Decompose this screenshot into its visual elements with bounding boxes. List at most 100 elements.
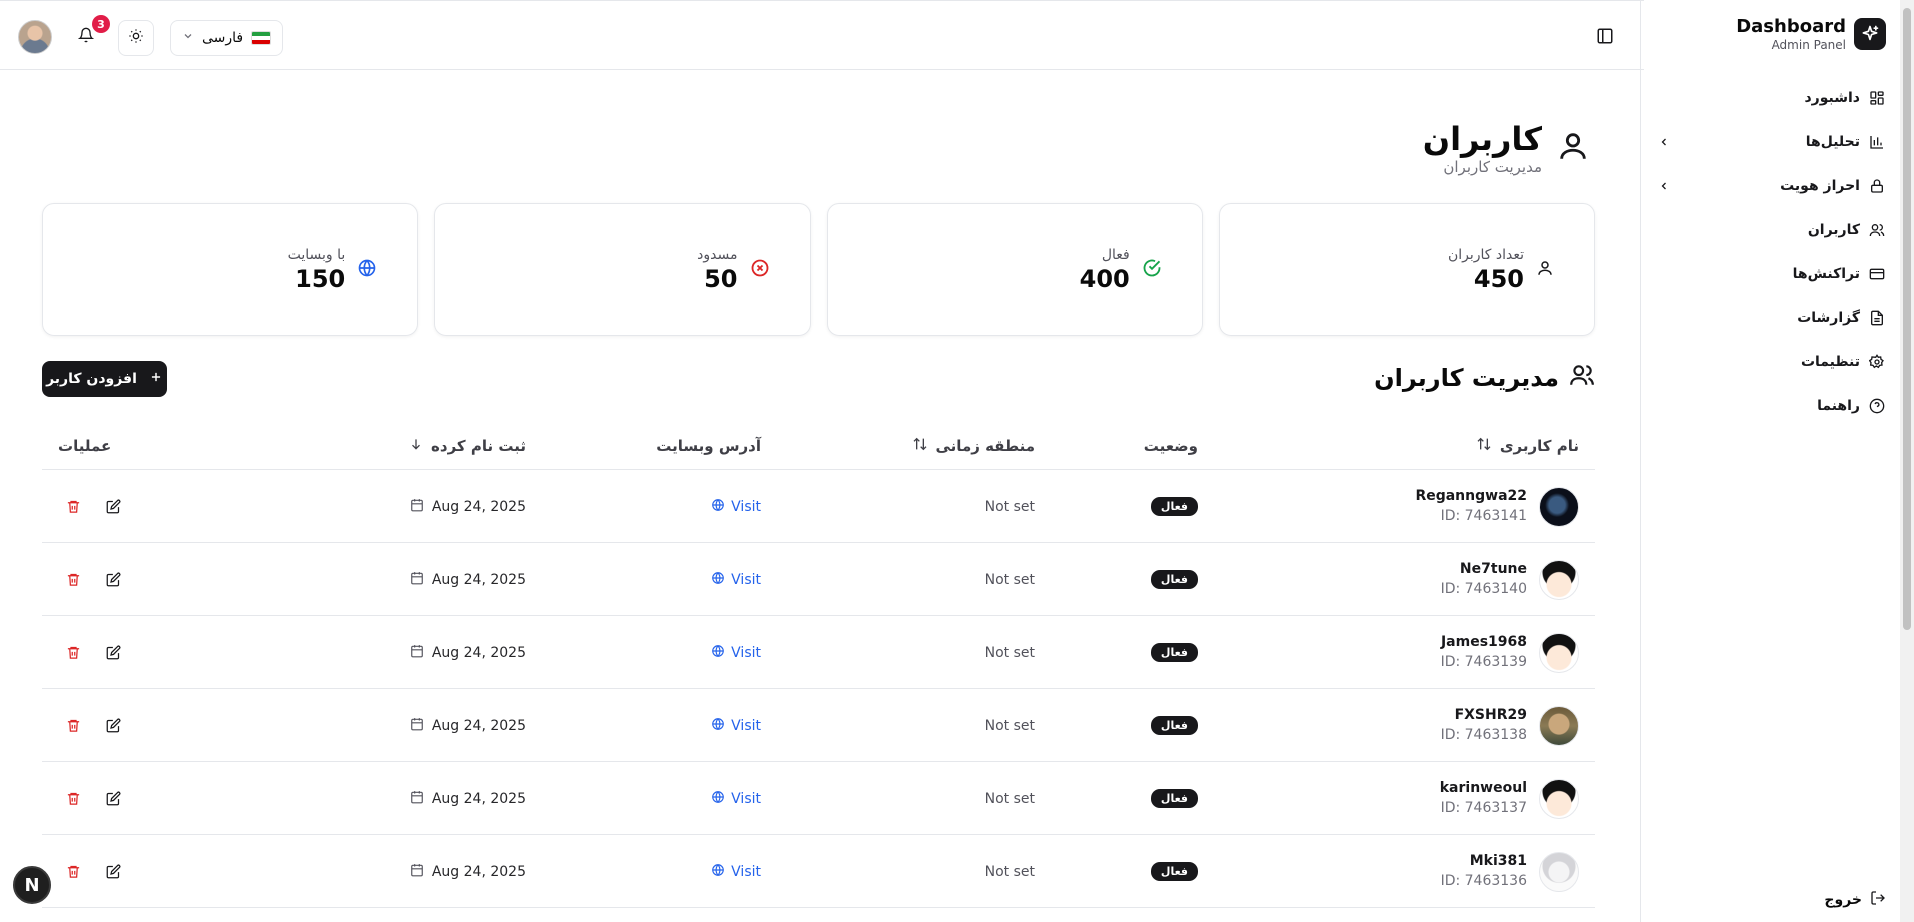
- calendar-icon: [410, 498, 424, 516]
- stat-label: مسدود: [697, 246, 738, 263]
- calendar-icon: [410, 717, 424, 735]
- brand[interactable]: Dashboard Admin Panel: [1736, 16, 1886, 52]
- stats-row: تعداد کاربران 450 فعال 400 مسدود 50 با و…: [42, 203, 1595, 336]
- edit-icon[interactable]: [104, 498, 122, 516]
- section-title: مدیریت کاربران: [1374, 364, 1559, 392]
- sidebar-item-dashboard[interactable]: داشبورد: [1657, 76, 1886, 120]
- delete-icon[interactable]: [64, 863, 82, 881]
- user-id: ID: 7463139: [1440, 654, 1527, 670]
- credit-card-icon: [1868, 265, 1886, 283]
- logout-button[interactable]: خروج: [1824, 890, 1886, 910]
- sidebar-item-users[interactable]: کاربران: [1657, 208, 1886, 252]
- column-timezone[interactable]: منطقه زمانی: [912, 422, 1036, 470]
- sidebar-item-label: داشبورد: [1804, 90, 1861, 106]
- column-username[interactable]: نام کاربری: [1476, 422, 1579, 470]
- website-label: Visit: [731, 863, 761, 880]
- stat-value: 400: [1079, 264, 1130, 293]
- sidebar-item-auth[interactable]: احراز هویت: [1657, 164, 1886, 208]
- column-label: منطقه زمانی: [935, 437, 1036, 455]
- theme-toggle-button[interactable]: [118, 20, 154, 56]
- logout-label: خروج: [1824, 892, 1862, 908]
- help-circle-icon: [1868, 397, 1886, 415]
- sidebar-item-settings[interactable]: تنظیمات: [1657, 340, 1886, 384]
- registered-date: Aug 24, 2025: [431, 644, 526, 661]
- sort-icon: [1476, 436, 1492, 456]
- website-label: Visit: [731, 571, 761, 588]
- table-row: Mki381 ID: 7463136 فعال Not set Visit Au…: [42, 835, 1595, 908]
- edit-icon[interactable]: [104, 644, 122, 662]
- edit-icon[interactable]: [104, 863, 122, 881]
- users-icon: [1569, 362, 1595, 394]
- timezone-value: Not set: [984, 498, 1035, 515]
- column-label: آدرس وبسایت: [656, 437, 761, 455]
- users-table: نام کاربری وضعیت منطقه زمانی آدرس وبسایت…: [42, 422, 1595, 908]
- timezone-value: Not set: [984, 863, 1035, 880]
- gear-icon: [1868, 353, 1886, 371]
- delete-icon[interactable]: [64, 498, 82, 516]
- chevron-left-icon[interactable]: [1657, 179, 1671, 193]
- delete-icon[interactable]: [64, 790, 82, 808]
- column-label: وضعیت: [1143, 437, 1198, 455]
- delete-icon[interactable]: [64, 644, 82, 662]
- username: Mki381: [1469, 853, 1527, 869]
- username: James1968: [1440, 634, 1527, 650]
- website-link[interactable]: Visit: [711, 835, 761, 908]
- stat-label: فعال: [1101, 246, 1130, 263]
- website-link[interactable]: Visit: [711, 762, 761, 835]
- language-select[interactable]: فارسی: [170, 20, 283, 56]
- sparkles-icon: [1854, 18, 1886, 50]
- column-registered[interactable]: ثبت نام کرده: [409, 422, 526, 470]
- registered-date: Aug 24, 2025: [431, 498, 526, 515]
- sidebar-item-help[interactable]: راهنما: [1657, 384, 1886, 428]
- lock-icon: [1868, 177, 1886, 195]
- edit-icon[interactable]: [104, 571, 122, 589]
- registered-date: Aug 24, 2025: [431, 717, 526, 734]
- status-badge: فعال: [1150, 497, 1198, 516]
- registered-date: Aug 24, 2025: [431, 790, 526, 807]
- avatar: [1539, 851, 1579, 892]
- website-link[interactable]: Visit: [711, 543, 761, 616]
- calendar-icon: [410, 571, 424, 589]
- website-label: Visit: [731, 498, 761, 515]
- username: karinweoul: [1439, 780, 1527, 796]
- status-badge: فعال: [1150, 789, 1198, 808]
- grid-icon: [1868, 89, 1886, 107]
- sidebar-item-transactions[interactable]: تراکنش‌ها: [1657, 252, 1886, 296]
- edit-icon[interactable]: [104, 717, 122, 735]
- topbar: 3 فارسی: [0, 0, 1644, 70]
- website-link[interactable]: Visit: [711, 470, 761, 543]
- delete-icon[interactable]: [64, 717, 82, 735]
- timezone-value: Not set: [984, 790, 1035, 807]
- calendar-icon: [410, 790, 424, 808]
- notifications-button[interactable]: 3: [70, 15, 110, 53]
- chevron-left-icon[interactable]: [1657, 135, 1671, 149]
- status-badge: فعال: [1150, 643, 1198, 662]
- logout-icon: [1870, 890, 1886, 910]
- table-row: karinweoul ID: 7463137 فعال Not set Visi…: [42, 762, 1595, 835]
- add-user-button[interactable]: افزودن کاربر: [42, 361, 167, 397]
- stat-value: 450: [1473, 264, 1524, 293]
- website-link[interactable]: Visit: [711, 689, 761, 762]
- table-row: Reganngwa22 ID: 7463141 فعال Not set Vis…: [42, 470, 1595, 543]
- sidebar-item-analytics[interactable]: تحلیل‌ها: [1657, 120, 1886, 164]
- username: Reganngwa22: [1415, 488, 1527, 504]
- scrollbar-thumb[interactable]: [1903, 8, 1911, 630]
- sidebar-toggle-button[interactable]: [1596, 27, 1614, 45]
- edit-icon[interactable]: [104, 790, 122, 808]
- bell-icon: [77, 27, 95, 47]
- stat-card-active: فعال 400: [826, 203, 1203, 336]
- website-link[interactable]: Visit: [711, 616, 761, 689]
- brand-title: Dashboard: [1736, 16, 1846, 37]
- avatar[interactable]: [18, 20, 52, 54]
- scrollbar[interactable]: [1900, 0, 1914, 922]
- stat-card-with-website: با وبسایت 150: [42, 203, 419, 336]
- plus-icon: [149, 370, 163, 388]
- globe-icon: [711, 717, 725, 735]
- dev-tools-badge[interactable]: N: [13, 866, 51, 904]
- calendar-icon: [410, 863, 424, 881]
- x-circle-icon: [750, 258, 770, 282]
- stat-label: با وبسایت: [287, 246, 346, 263]
- delete-icon[interactable]: [64, 571, 82, 589]
- sidebar-item-reports[interactable]: گزارشات: [1657, 296, 1886, 340]
- sidebar-nav: داشبورد تحلیل‌ها احراز هویت کاربران تراک…: [1657, 76, 1886, 428]
